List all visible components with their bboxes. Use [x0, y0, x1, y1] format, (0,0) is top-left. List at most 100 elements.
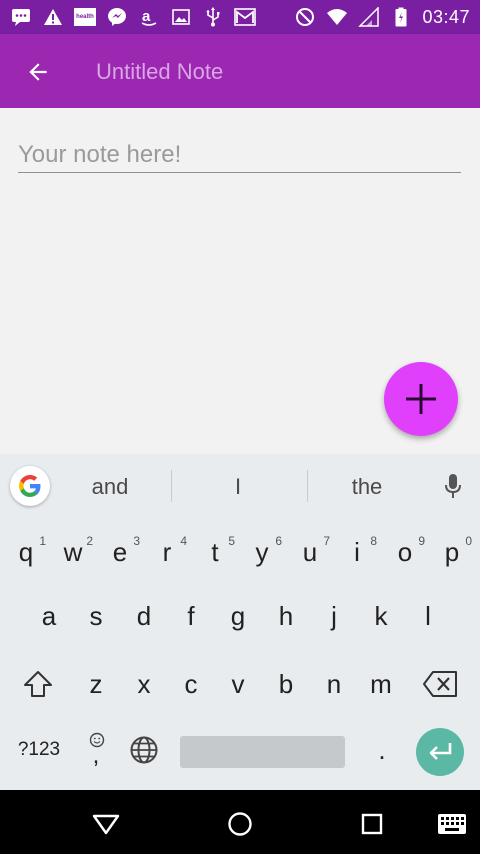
keyboard-row-2: a s d f g h j k l: [0, 590, 480, 650]
key-q[interactable]: q1: [4, 526, 48, 578]
key-p[interactable]: p0: [430, 526, 474, 578]
key-label: e: [112, 536, 128, 567]
key-w[interactable]: w2: [51, 526, 95, 578]
key-label: o: [397, 536, 413, 567]
shift-key[interactable]: [16, 658, 60, 710]
recents-nav-button[interactable]: [352, 804, 392, 844]
key-r[interactable]: r4: [145, 526, 189, 578]
arrow-back-icon: [29, 63, 47, 81]
key-label: q: [18, 536, 34, 567]
keyboard-switch-button[interactable]: [432, 804, 472, 844]
key-hint: 0: [465, 534, 472, 548]
key-z[interactable]: z: [74, 658, 118, 710]
keyboard-row-3: z x c v b n m: [0, 658, 480, 718]
usb-icon: [202, 6, 224, 28]
key-i[interactable]: i8: [335, 526, 379, 578]
key-d[interactable]: d: [122, 590, 166, 642]
note-input[interactable]: [18, 138, 461, 173]
key-label: t: [211, 536, 219, 567]
key-o[interactable]: o9: [383, 526, 427, 578]
emoji-comma-key[interactable]: ,: [74, 724, 118, 776]
image-icon: [170, 6, 192, 28]
key-n[interactable]: n: [312, 658, 356, 710]
key-hint: 5: [228, 534, 235, 548]
key-v[interactable]: v: [216, 658, 260, 710]
home-nav-button[interactable]: [220, 804, 260, 844]
key-hint: 9: [418, 534, 425, 548]
suggestion-2[interactable]: I: [183, 474, 293, 500]
back-nav-button[interactable]: [86, 804, 126, 844]
key-a[interactable]: a: [27, 590, 71, 642]
clock: 03:47: [422, 6, 470, 27]
period-key[interactable]: .: [360, 724, 404, 776]
enter-icon: [429, 743, 452, 760]
key-hint: 6: [275, 534, 282, 548]
backspace-icon: [423, 671, 457, 697]
key-e[interactable]: e3: [98, 526, 142, 578]
key-x[interactable]: x: [122, 658, 166, 710]
key-hint: 7: [323, 534, 330, 548]
key-hint: 4: [180, 534, 187, 548]
warning-icon: [42, 6, 64, 28]
keyboard-icon: [438, 814, 466, 834]
globe-icon: [130, 736, 158, 764]
key-u[interactable]: u7: [288, 526, 332, 578]
key-label: p: [444, 536, 460, 567]
notification-icons: health a: [10, 6, 256, 28]
key-g[interactable]: g: [216, 590, 260, 642]
key-h[interactable]: h: [264, 590, 308, 642]
microphone-button[interactable]: [440, 472, 466, 502]
key-y[interactable]: y6: [240, 526, 284, 578]
battery-icon: [390, 6, 412, 28]
svg-text:a: a: [142, 8, 151, 25]
suggestion-divider: [171, 470, 172, 502]
key-label: r: [162, 536, 172, 567]
key-m[interactable]: m: [359, 658, 403, 710]
key-label: i: [354, 536, 360, 567]
key-b[interactable]: b: [264, 658, 308, 710]
page-title[interactable]: Untitled Note: [96, 59, 223, 85]
system-icons: 03:47: [294, 6, 470, 28]
key-k[interactable]: k: [359, 590, 403, 642]
recents-square-icon: [361, 813, 383, 835]
symbols-key[interactable]: ?123: [12, 724, 66, 776]
backspace-key[interactable]: [418, 658, 462, 710]
suggestion-3[interactable]: the: [312, 474, 422, 500]
navigation-bar: [0, 790, 480, 854]
key-hint: 2: [86, 534, 93, 548]
app-bar: Untitled Note: [0, 34, 480, 108]
plus-icon: [406, 384, 436, 414]
messenger-icon: [106, 6, 128, 28]
signal-icon: [358, 6, 380, 28]
home-circle-icon: [228, 812, 252, 836]
wifi-icon: [326, 6, 348, 28]
health-icon: health: [74, 8, 96, 26]
shift-icon: [24, 671, 52, 697]
amazon-icon: a: [138, 6, 160, 28]
key-f[interactable]: f: [169, 590, 213, 642]
key-c[interactable]: c: [169, 658, 213, 710]
key-l[interactable]: l: [406, 590, 450, 642]
google-button[interactable]: [10, 466, 50, 506]
status-bar: health a 03:47: [0, 0, 480, 34]
chat-icon: [10, 6, 32, 28]
suggestion-strip: and I the: [0, 454, 480, 518]
key-hint: 3: [133, 534, 140, 548]
gmail-icon: [234, 6, 256, 28]
key-hint: 1: [39, 534, 46, 548]
enter-key[interactable]: [416, 728, 464, 776]
add-button[interactable]: [384, 362, 458, 436]
suggestion-divider: [307, 470, 308, 502]
space-key[interactable]: [180, 736, 345, 768]
keyboard: q1 w2 e3 r4 t5 y6 u7 i8 o9 p0 a s d f g …: [0, 518, 480, 790]
keyboard-row-1: q1 w2 e3 r4 t5 y6 u7 i8 o9 p0: [0, 526, 480, 586]
key-j[interactable]: j: [312, 590, 356, 642]
suggestion-1[interactable]: and: [55, 474, 165, 500]
back-button[interactable]: [18, 52, 58, 92]
language-key[interactable]: [122, 724, 166, 776]
key-s[interactable]: s: [74, 590, 118, 642]
microphone-icon: [445, 474, 461, 498]
do-not-disturb-icon: [294, 6, 316, 28]
health-label: health: [76, 14, 94, 20]
key-t[interactable]: t5: [193, 526, 237, 578]
